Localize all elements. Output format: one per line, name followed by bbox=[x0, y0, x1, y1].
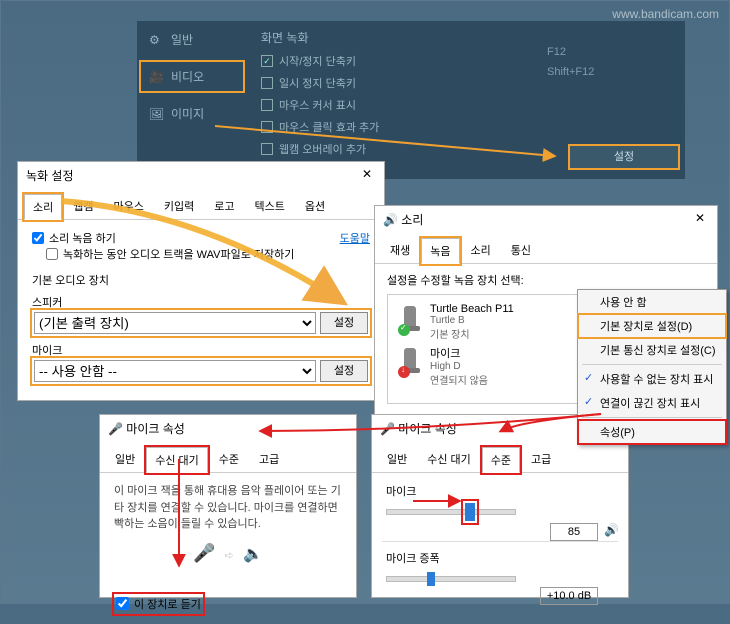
mic-boost-value[interactable]: +10.0 dB bbox=[540, 587, 598, 605]
sound-icon: 🔊 bbox=[383, 213, 398, 227]
ctx-disable[interactable]: 사용 안 함 bbox=[578, 290, 726, 314]
ctx-set-default[interactable]: 기본 장치로 설정(D) bbox=[578, 314, 726, 338]
tab-advanced[interactable]: 고급 bbox=[250, 446, 288, 472]
tab-logo[interactable]: 로고 bbox=[205, 193, 243, 219]
tab-advanced[interactable]: 고급 bbox=[522, 446, 560, 472]
slider-thumb[interactable] bbox=[465, 503, 475, 521]
recording-settings-dialog: 녹화 설정 ✕ 소리 웹캠 마우스 키입력 로고 텍스트 옵션 도움말 소리 녹… bbox=[17, 161, 385, 401]
close-icon[interactable]: ✕ bbox=[691, 211, 709, 225]
checkbox-input[interactable] bbox=[46, 248, 58, 260]
dialog-title-bar: 🎤 마이크 속성 bbox=[100, 415, 356, 442]
tab-levels[interactable]: 수준 bbox=[482, 447, 520, 473]
gear-icon: ⚙ bbox=[149, 33, 163, 47]
checkbox-icon[interactable] bbox=[261, 143, 273, 155]
row-mouse-cursor: 마우스 커서 표시 bbox=[257, 94, 685, 116]
watermark-text: www.bandicam.com bbox=[612, 7, 719, 21]
field-label-speaker: 스피커 bbox=[32, 294, 370, 310]
tab-listen[interactable]: 수신 대기 bbox=[418, 446, 480, 472]
device-context-menu: 사용 안 함 기본 장치로 설정(D) 기본 통신 장치로 설정(C) 사용할 … bbox=[577, 289, 727, 445]
sidebar-item-video[interactable]: 🎥 비디오 bbox=[137, 58, 247, 95]
tab-key[interactable]: 키입력 bbox=[155, 193, 203, 219]
dialog-title-bar: 🔊 소리 ✕ bbox=[375, 206, 717, 233]
dialog-title: 마이크 속성 bbox=[126, 422, 185, 436]
dialog-title-bar: 녹화 설정 ✕ bbox=[18, 162, 384, 189]
disconnected-badge-icon bbox=[398, 366, 410, 378]
tab-listen[interactable]: 수신 대기 bbox=[146, 447, 208, 473]
help-link[interactable]: 도움말 bbox=[340, 230, 370, 246]
sidebar-item-image[interactable]: 🖼 이미지 bbox=[137, 95, 247, 132]
sidebar-item-general[interactable]: ⚙ 일반 bbox=[137, 21, 247, 58]
tab-sound[interactable]: 소리 bbox=[462, 237, 500, 263]
sidebar-label: 일반 bbox=[171, 31, 193, 48]
video-icon: 🎥 bbox=[149, 70, 163, 84]
mic-properties-dialog-listen: 🎤 마이크 속성 일반 수신 대기 수준 고급 이 마이크 잭을 통해 휴대용 … bbox=[99, 414, 357, 598]
microphone-icon: 🎤 bbox=[380, 422, 395, 436]
tab-levels[interactable]: 수준 bbox=[210, 446, 248, 472]
microphone-icon bbox=[396, 303, 424, 337]
bandicam-settings-panel: ⚙ 일반 🎥 비디오 🖼 이미지 화면 녹화 ✓ 시작/정지 단축키 F12 일… bbox=[137, 21, 685, 179]
microphone-icon bbox=[396, 345, 424, 379]
mic-combo[interactable]: -- 사용 안함 -- bbox=[34, 360, 316, 382]
mic-level-slider[interactable] bbox=[386, 509, 516, 515]
speaker-config-button[interactable]: 설정 bbox=[320, 312, 368, 334]
ctx-show-disabled[interactable]: 사용할 수 없는 장치 표시 bbox=[578, 367, 726, 391]
microphone-icon: 🎤 bbox=[108, 422, 123, 436]
hotkey-value: Shift+F12 bbox=[547, 66, 594, 78]
settings-button[interactable]: 설정 bbox=[569, 145, 679, 169]
mic-level-value[interactable]: 85 bbox=[550, 523, 598, 541]
dialog-title: 녹화 설정 bbox=[26, 169, 74, 183]
default-badge-icon bbox=[398, 324, 410, 336]
sidebar-label: 비디오 bbox=[171, 68, 204, 85]
tab-sound[interactable]: 소리 bbox=[24, 194, 62, 220]
microphone-icon: 🎤 bbox=[193, 543, 215, 563]
image-icon: 🖼 bbox=[149, 107, 163, 121]
checkbox-input[interactable] bbox=[32, 232, 44, 244]
tab-options[interactable]: 옵션 bbox=[296, 193, 334, 219]
separator bbox=[582, 417, 722, 418]
tab-mouse[interactable]: 마우스 bbox=[105, 193, 153, 219]
speaker-icon: 🔈 bbox=[243, 546, 263, 563]
mic-combo-row: -- 사용 안함 -- 설정 bbox=[32, 358, 370, 384]
speaker-icon[interactable] bbox=[604, 523, 620, 539]
checkbox-save-wav[interactable]: 녹화하는 동안 오디오 트랙을 WAV파일로 저장하기 bbox=[46, 246, 370, 262]
ctx-show-disconnected[interactable]: 연결이 끊긴 장치 표시 bbox=[578, 391, 726, 415]
description-text: 이 마이크 잭을 통해 휴대용 음악 플레이어 또는 기타 장치를 연결할 수 … bbox=[114, 483, 342, 533]
checkbox-icon[interactable] bbox=[261, 77, 273, 89]
tab-record[interactable]: 녹음 bbox=[421, 238, 459, 264]
checkbox-icon[interactable] bbox=[261, 99, 273, 111]
section-title: 화면 녹화 bbox=[257, 21, 685, 50]
listen-diagram: 🎤 ➪ 🔈 bbox=[114, 543, 342, 564]
sidebar-label: 이미지 bbox=[171, 105, 204, 122]
close-icon[interactable]: ✕ bbox=[358, 167, 376, 181]
label-mic-level: 마이크 bbox=[386, 483, 614, 499]
row-start-hotkey: ✓ 시작/정지 단축키 F12 bbox=[257, 50, 685, 72]
slider-thumb[interactable] bbox=[427, 572, 435, 586]
label-mic-boost: 마이크 증폭 bbox=[386, 550, 614, 566]
hotkey-value: F12 bbox=[547, 46, 566, 58]
speaker-combo-row: (기본 출력 장치) 설정 bbox=[32, 310, 370, 336]
checkbox-icon[interactable] bbox=[261, 121, 273, 133]
row-mouse-click: 마우스 클릭 효과 추가 bbox=[257, 116, 685, 138]
tab-playback[interactable]: 재생 bbox=[381, 237, 419, 263]
separator bbox=[582, 364, 722, 365]
tab-comm[interactable]: 통신 bbox=[502, 237, 540, 263]
tab-general[interactable]: 일반 bbox=[106, 446, 144, 472]
instruction-text: 설정을 수정할 녹음 장치 선택: bbox=[375, 264, 717, 288]
tab-general[interactable]: 일반 bbox=[378, 446, 416, 472]
dialog-title: 소리 bbox=[401, 213, 423, 227]
tab-text[interactable]: 텍스트 bbox=[246, 193, 294, 219]
checkbox-icon[interactable]: ✓ bbox=[261, 55, 273, 67]
row-pause-hotkey: 일시 정지 단축키 Shift+F12 bbox=[257, 72, 685, 94]
dialog-title: 마이크 속성 bbox=[398, 422, 457, 436]
tab-webcam[interactable]: 웹캠 bbox=[64, 193, 102, 219]
ctx-properties[interactable]: 속성(P) bbox=[578, 420, 726, 444]
ctx-set-default-comm[interactable]: 기본 통신 장치로 설정(C) bbox=[578, 338, 726, 362]
field-label-mic: 마이크 bbox=[32, 342, 370, 358]
checkbox-record-sound[interactable]: 소리 녹음 하기 bbox=[32, 230, 340, 246]
group-label: 기본 오디오 장치 bbox=[32, 272, 370, 288]
speaker-combo[interactable]: (기본 출력 장치) bbox=[34, 312, 316, 334]
mic-boost-slider[interactable] bbox=[386, 576, 516, 582]
arrow-right-icon: ➪ bbox=[225, 550, 234, 562]
mic-config-button[interactable]: 설정 bbox=[320, 360, 368, 382]
